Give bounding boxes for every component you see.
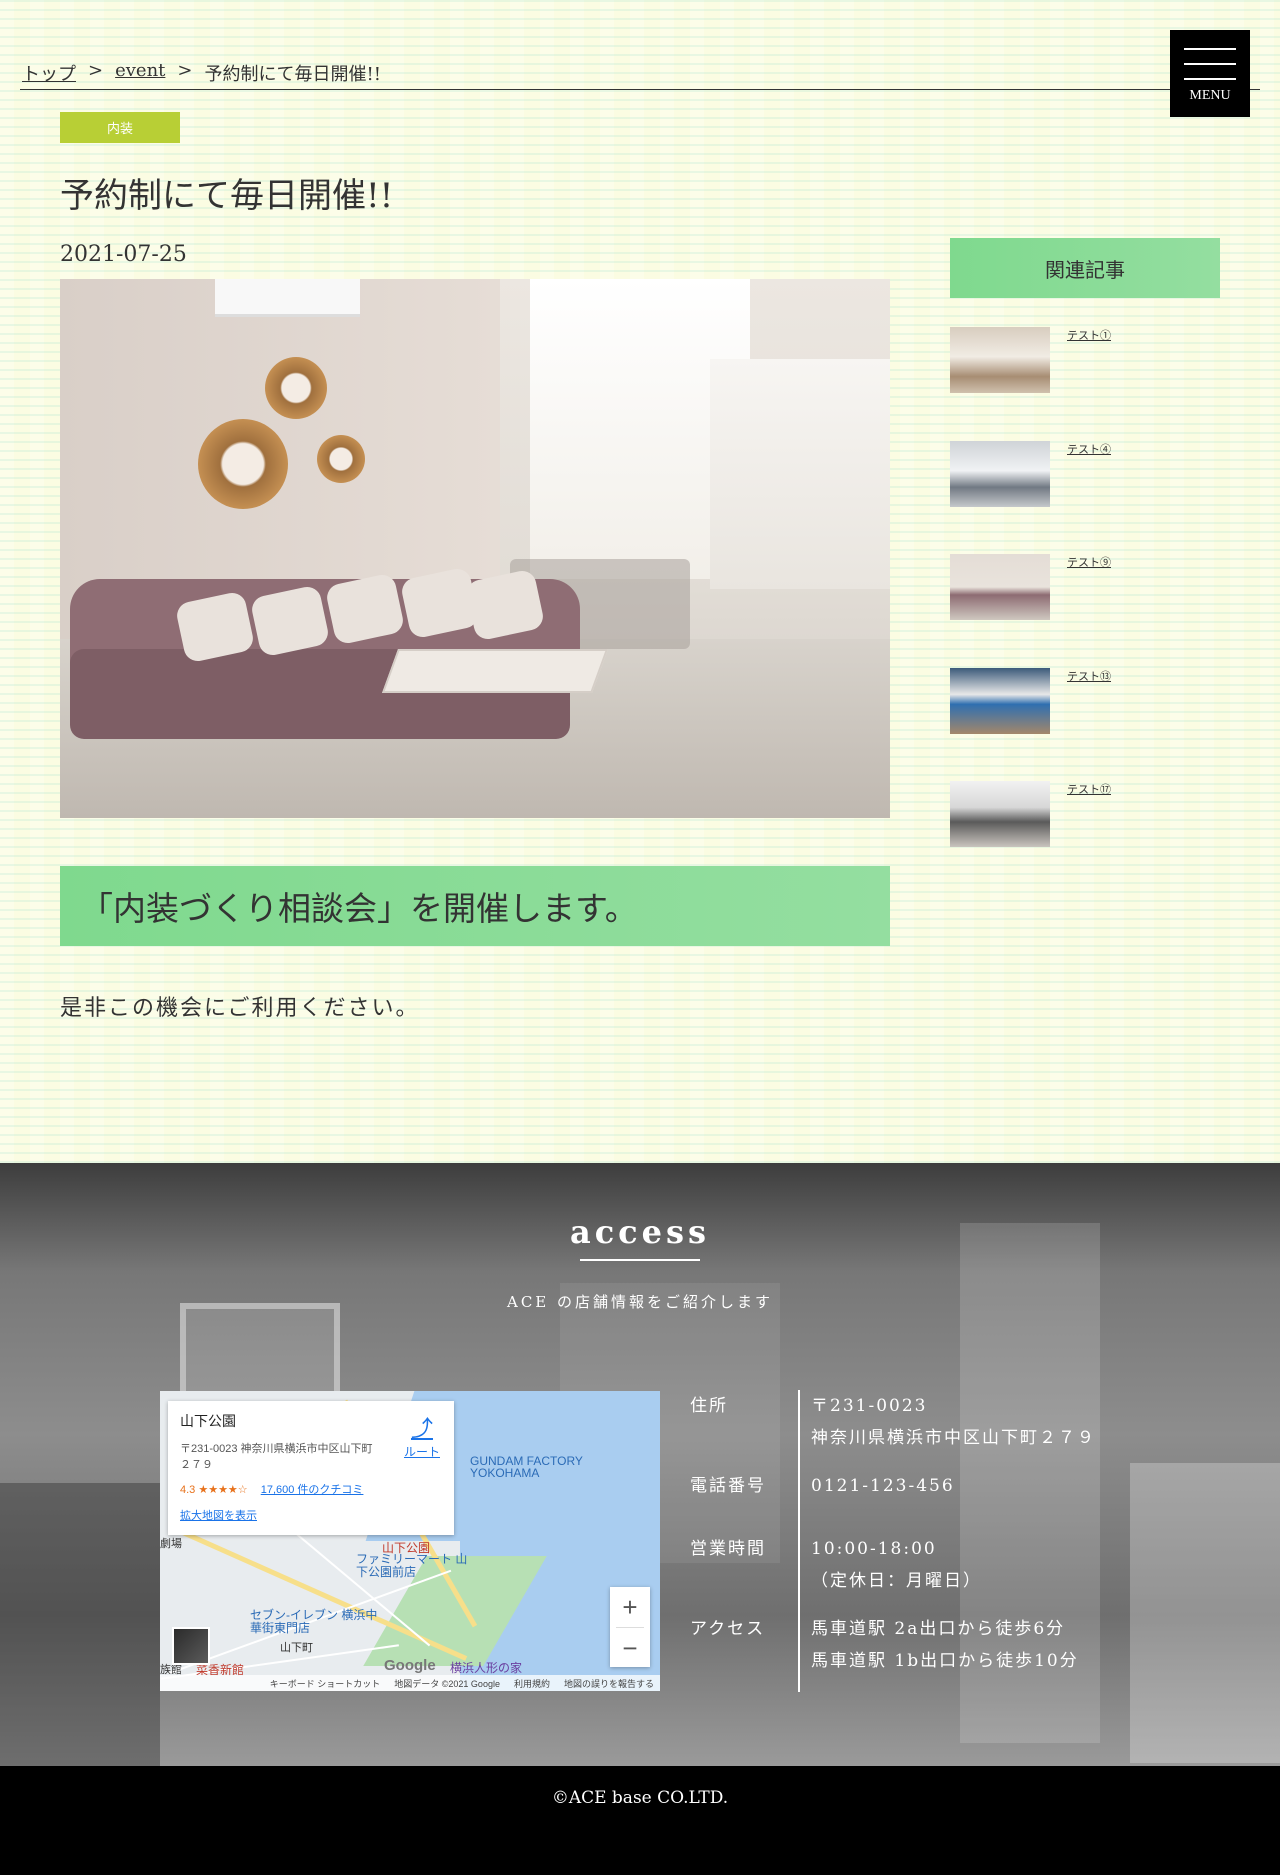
breadcrumb-top-link[interactable]: トップ [22,60,76,86]
info-value-line: 神奈川県横浜市中区山下町２７９ [811,1428,1096,1448]
info-value: 馬車道駅 2a出口から徒歩6分 馬車道駅 1b出口から徒歩10分 [811,1613,1111,1677]
map-streetview-thumbnail[interactable] [172,1627,210,1665]
info-value: 0121-123-456 [811,1470,1111,1502]
google-logo: Google [384,1657,436,1674]
related-article-link[interactable]: テスト⑰ [1067,781,1111,797]
related-article-item[interactable]: テスト⑰ [950,781,1220,895]
map-label-dolls: 横浜人形の家 [450,1661,523,1675]
google-map[interactable]: GUNDAM FACTORY YOKOHAMA 山下公園 ファミリーマート 山下… [160,1391,660,1691]
info-value-line: （定休日：月曜日） [811,1571,982,1591]
related-article-item[interactable]: テスト① [950,327,1220,441]
breadcrumb-separator: > [177,60,193,81]
access-subtitle: ACE の店舗情報をご紹介します [506,1293,774,1311]
related-article-link[interactable]: テスト⑨ [1067,554,1111,570]
map-zoom-out-button[interactable]: − [610,1628,650,1668]
map-route-button[interactable]: ⤴ ルート [404,1411,440,1460]
related-article-item[interactable]: テスト⑨ [950,554,1220,668]
copyright: ©ACE base CO.LTD. [0,1766,1280,1875]
related-articles-heading: 関連記事 [950,238,1220,298]
info-key: アクセス [690,1619,766,1639]
breadcrumb: トップ > event > 予約制にて毎日開催!! [20,60,1260,90]
related-article-item[interactable]: テスト⑬ [950,667,1220,782]
post-heading: 「内装づくり相談会」を開催します。 [60,866,890,946]
related-article-thumbnail[interactable] [950,781,1050,847]
access-section: access ACE の店舗情報をご紹介します GUNDAM FACTORY Y… [0,1163,1280,1766]
map-report-link[interactable]: 地図の誤りを報告する [564,1677,654,1690]
map-label-seven: セブン-イレブン 横浜中華街東門店 [250,1608,378,1635]
hamburger-icon-bar [1184,78,1236,80]
hamburger-icon [1184,48,1236,50]
map-label-familymart: ファミリーマート 山下公園前店 [356,1552,468,1579]
related-article-thumbnail[interactable] [950,554,1050,620]
menu-label: MENU [1189,88,1231,103]
info-value: 10:00-18:00 （定休日：月曜日） [811,1533,1111,1597]
directions-icon: ⤴ [410,1416,433,1441]
related-articles-list: テスト① テスト④ テスト⑨ テスト⑬ テスト⑰ [950,327,1220,895]
info-value-line: 馬車道駅 2a出口から徒歩6分 [811,1619,1066,1639]
post-body-text: 是非この機会にご利用ください。 [60,996,420,1021]
access-title: access [569,1213,711,1251]
map-data-text: 地図データ ©2021 Google [394,1678,500,1689]
map-place-rating: 4.3 ★★★★☆ 17,600 件のクチコミ [180,1481,442,1497]
related-article-thumbnail[interactable] [950,667,1050,734]
menu-button[interactable]: MENU [1170,30,1250,117]
map-terms-link[interactable]: 利用規約 [514,1677,550,1690]
info-value-line: 馬車道駅 1b出口から徒歩10分 [811,1651,1079,1671]
map-label-yamashita-cho: 山下町 [280,1642,313,1654]
info-value-line: 0121-123-456 [811,1476,955,1496]
related-article-thumbnail[interactable] [950,327,1050,393]
map-place-card: 山下公園 〒231-0023 神奈川県横浜市中区山下町２７９ 4.3 ★★★★☆… [168,1401,454,1535]
map-zoom-control: + − [610,1587,650,1667]
post-title: 予約制にて毎日開催!! [60,176,394,216]
related-article-link[interactable]: テスト① [1067,327,1111,343]
category-badge[interactable]: 内装 [60,112,180,143]
related-article-item[interactable]: テスト④ [950,440,1220,555]
map-route-label: ルート [403,1445,440,1459]
info-value-line: 10:00-18:00 [811,1539,937,1559]
map-label-gundam: GUNDAM FACTORY YOKOHAMA [470,1454,583,1480]
info-key: 電話番号 [690,1476,766,1496]
related-article-link[interactable]: テスト④ [1067,441,1111,457]
related-article-link[interactable]: テスト⑬ [1067,668,1111,684]
hamburger-icon-bar [1184,63,1236,65]
info-value-line: 〒231-0023 [811,1396,928,1416]
post-date: 2021-07-25 [60,242,187,267]
breadcrumb-current: 予約制にて毎日開催!! [204,64,381,85]
info-key: 住所 [690,1396,728,1416]
map-reviews-link[interactable]: 17,600 件のクチコミ [261,1484,364,1496]
breadcrumb-event-link[interactable]: event [115,60,165,81]
map-place-address: 〒231-0023 神奈川県横浜市中区山下町２７９ [180,1443,373,1471]
map-shortcuts-link[interactable]: キーボード ショートカット [270,1677,381,1690]
breadcrumb-separator: > [88,60,104,81]
post-main-image [60,279,890,818]
map-label-gekijo: 劇場 [160,1538,182,1550]
map-attribution: キーボード ショートカット 地図データ ©2021 Google 利用規約 地図… [160,1675,660,1691]
map-larger-link[interactable]: 拡大地図を表示 [180,1507,442,1523]
map-zoom-in-button[interactable]: + [610,1587,650,1627]
access-title-underline [580,1259,700,1261]
map-rating-stars: 4.3 ★★★★☆ [180,1484,248,1496]
info-divider [798,1390,800,1692]
related-article-thumbnail[interactable] [950,440,1050,507]
info-key: 営業時間 [690,1539,766,1559]
map-place-name: 山下公園 [180,1413,236,1429]
info-value: 〒231-0023 神奈川県横浜市中区山下町２７９ [811,1390,1111,1454]
